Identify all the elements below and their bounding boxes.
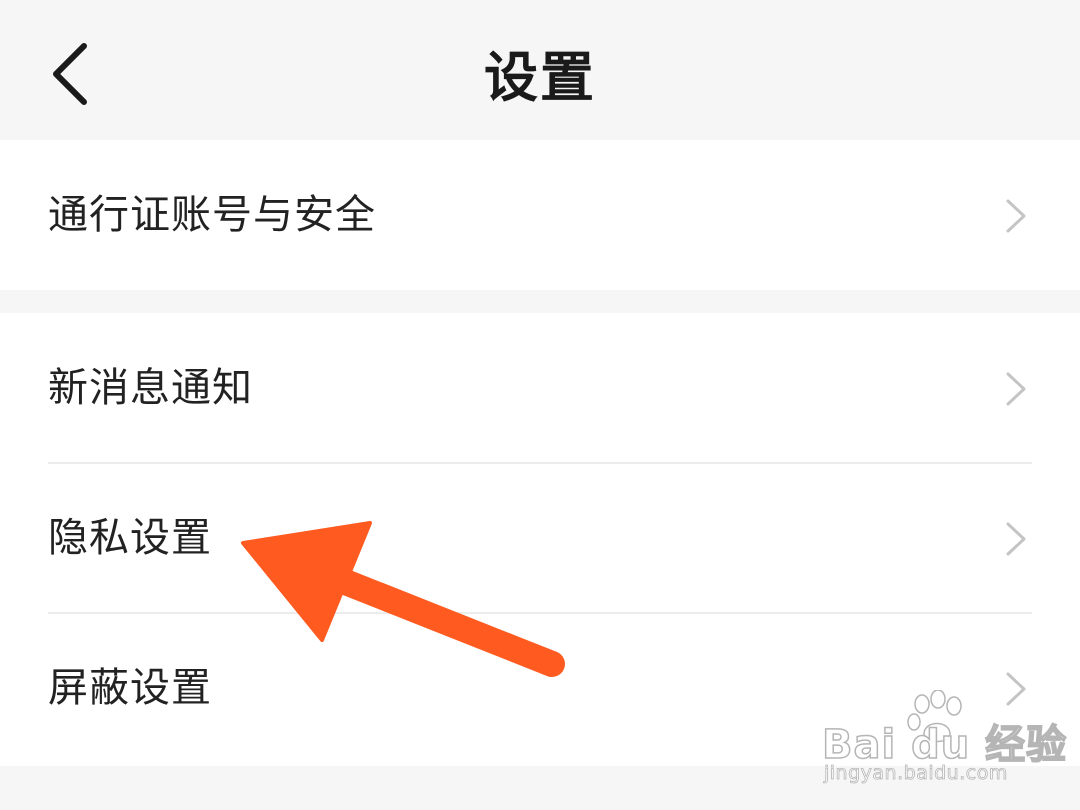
settings-item-label: 屏蔽设置 (48, 665, 212, 711)
header-bar: 设置 (0, 0, 1080, 140)
settings-item-account-security[interactable]: 通行证账号与安全 (0, 140, 1080, 290)
settings-item-label: 通行证账号与安全 (48, 192, 376, 238)
settings-group-general: 新消息通知 隐私设置 屏蔽设置 (0, 313, 1080, 766)
chevron-right-icon (1004, 198, 1028, 234)
chevron-right-icon (1004, 371, 1028, 407)
settings-group-account: 通行证账号与安全 (0, 140, 1080, 290)
chevron-right-icon (1004, 671, 1028, 707)
settings-item-block[interactable]: 屏蔽设置 (0, 613, 1080, 763)
settings-item-new-message-notification[interactable]: 新消息通知 (0, 313, 1080, 463)
chevron-right-icon (1004, 521, 1028, 557)
settings-item-label: 隐私设置 (48, 515, 212, 561)
settings-item-privacy[interactable]: 隐私设置 (0, 463, 1080, 613)
settings-item-label: 新消息通知 (48, 365, 253, 411)
page-title: 设置 (484, 46, 596, 109)
